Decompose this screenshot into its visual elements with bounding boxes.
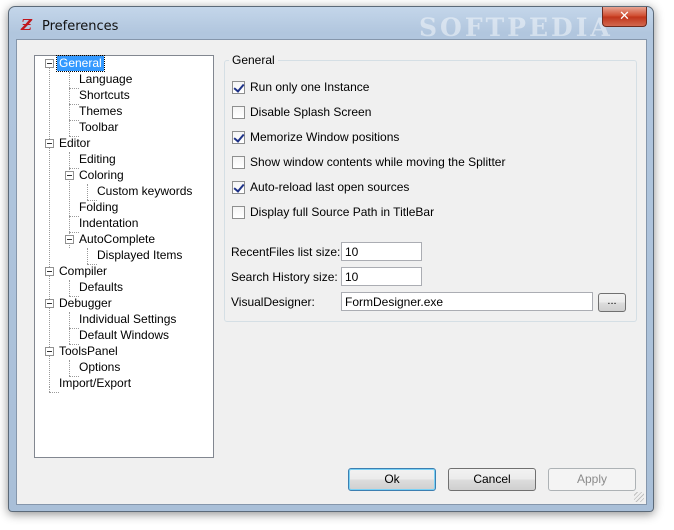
tree-node-shortcuts[interactable]: Shortcuts: [77, 88, 132, 103]
tree-node-individual-settings[interactable]: Individual Settings: [77, 312, 178, 327]
tree-node-editing[interactable]: Editing: [77, 152, 118, 167]
watermark: SOFTPEDIA: [419, 13, 613, 42]
collapse-toggle-toolspanel[interactable]: [45, 347, 54, 356]
checkbox-full-source-path[interactable]: Display full Source Path in TitleBar: [232, 204, 434, 220]
tree-node-autocomplete[interactable]: AutoComplete: [77, 232, 157, 247]
preferences-tree[interactable]: General Language Shortcuts Themes Toolba…: [34, 55, 214, 458]
checkbox-box[interactable]: [232, 130, 245, 144]
tree-node-displayed-items[interactable]: Displayed Items: [95, 248, 184, 263]
checkbox-label: Show window contents while moving the Sp…: [250, 155, 506, 169]
browse-button[interactable]: ...: [598, 293, 626, 312]
close-button[interactable]: ✕: [602, 7, 647, 27]
checkbox-disable-splash[interactable]: Disable Splash Screen: [232, 104, 371, 120]
tree-node-debugger[interactable]: Debugger: [57, 296, 114, 311]
general-group-title: General: [229, 53, 278, 67]
ok-button[interactable]: Ok: [348, 468, 436, 491]
checkbox-auto-reload[interactable]: Auto-reload last open sources: [232, 179, 409, 195]
close-icon: ✕: [619, 8, 630, 23]
tree-line: [87, 248, 88, 264]
tree-node-folding[interactable]: Folding: [77, 200, 120, 215]
search-history-label: Search History size:: [231, 270, 338, 284]
checkbox-label: Memorize Window positions: [250, 130, 400, 144]
tree-line: [87, 184, 88, 200]
search-history-input[interactable]: [341, 267, 422, 286]
tree-node-custom-keywords[interactable]: Custom keywords: [95, 184, 194, 199]
tree-node-toolspanel[interactable]: ToolsPanel: [57, 344, 120, 359]
checkbox-box[interactable]: [232, 155, 245, 169]
cancel-button[interactable]: Cancel: [448, 468, 536, 491]
tree-node-default-windows[interactable]: Default Windows: [77, 328, 171, 343]
apply-button[interactable]: Apply: [548, 468, 636, 491]
recent-files-label: RecentFiles list size:: [231, 245, 341, 259]
checkbox-label: Auto-reload last open sources: [250, 180, 410, 194]
resize-grip[interactable]: [634, 492, 644, 502]
preferences-window: Ƶ Preferences SOFTPEDIA ✕ General Langua…: [8, 6, 654, 512]
collapse-toggle-autocomplete[interactable]: [65, 235, 74, 244]
checkbox-label: Display full Source Path in TitleBar: [250, 205, 435, 219]
tree-line: [69, 152, 70, 248]
checkbox-box[interactable]: [232, 180, 245, 194]
tree-line: [69, 280, 70, 296]
recent-files-input[interactable]: [341, 242, 422, 261]
collapse-toggle-editor[interactable]: [45, 139, 54, 148]
tree-line: [49, 387, 50, 392]
checkbox-memorize-window-positions[interactable]: Memorize Window positions: [232, 129, 399, 145]
tree-node-editor[interactable]: Editor: [57, 136, 92, 151]
tree-node-general[interactable]: General: [56, 55, 105, 72]
tree-node-themes[interactable]: Themes: [77, 104, 124, 119]
tree-node-indentation[interactable]: Indentation: [77, 216, 140, 231]
tree-node-import-export[interactable]: Import/Export: [57, 376, 133, 391]
checkbox-run-one-instance[interactable]: Run only one Instance: [232, 79, 369, 95]
checkbox-label: Run only one Instance: [250, 80, 370, 94]
tree-node-compiler[interactable]: Compiler: [57, 264, 109, 279]
tree-node-coloring[interactable]: Coloring: [77, 168, 126, 183]
collapse-toggle-coloring[interactable]: [65, 171, 74, 180]
collapse-toggle-compiler[interactable]: [45, 267, 54, 276]
checkbox-box[interactable]: [232, 105, 245, 119]
tree-line: [49, 67, 50, 387]
collapse-toggle-general[interactable]: [45, 59, 54, 68]
visual-designer-input[interactable]: [341, 292, 593, 311]
tree-line: [49, 392, 59, 393]
collapse-toggle-debugger[interactable]: [45, 299, 54, 308]
app-icon: Ƶ: [21, 16, 32, 34]
checkbox-box[interactable]: [232, 205, 245, 219]
tree-line: [69, 360, 70, 376]
title-bar[interactable]: Ƶ Preferences SOFTPEDIA ✕: [9, 7, 653, 42]
tree-node-language[interactable]: Language: [77, 72, 134, 87]
window-title: Preferences: [42, 19, 119, 34]
dialog-client-area: General Language Shortcuts Themes Toolba…: [16, 39, 647, 505]
visual-designer-label: VisualDesigner:: [231, 295, 315, 309]
checkbox-label: Disable Splash Screen: [250, 105, 372, 119]
tree-node-defaults[interactable]: Defaults: [77, 280, 125, 295]
tree-node-options[interactable]: Options: [77, 360, 122, 375]
checkbox-show-window-contents[interactable]: Show window contents while moving the Sp…: [232, 154, 505, 170]
checkbox-box[interactable]: [232, 80, 245, 94]
tree-node-toolbar[interactable]: Toolbar: [77, 120, 120, 135]
